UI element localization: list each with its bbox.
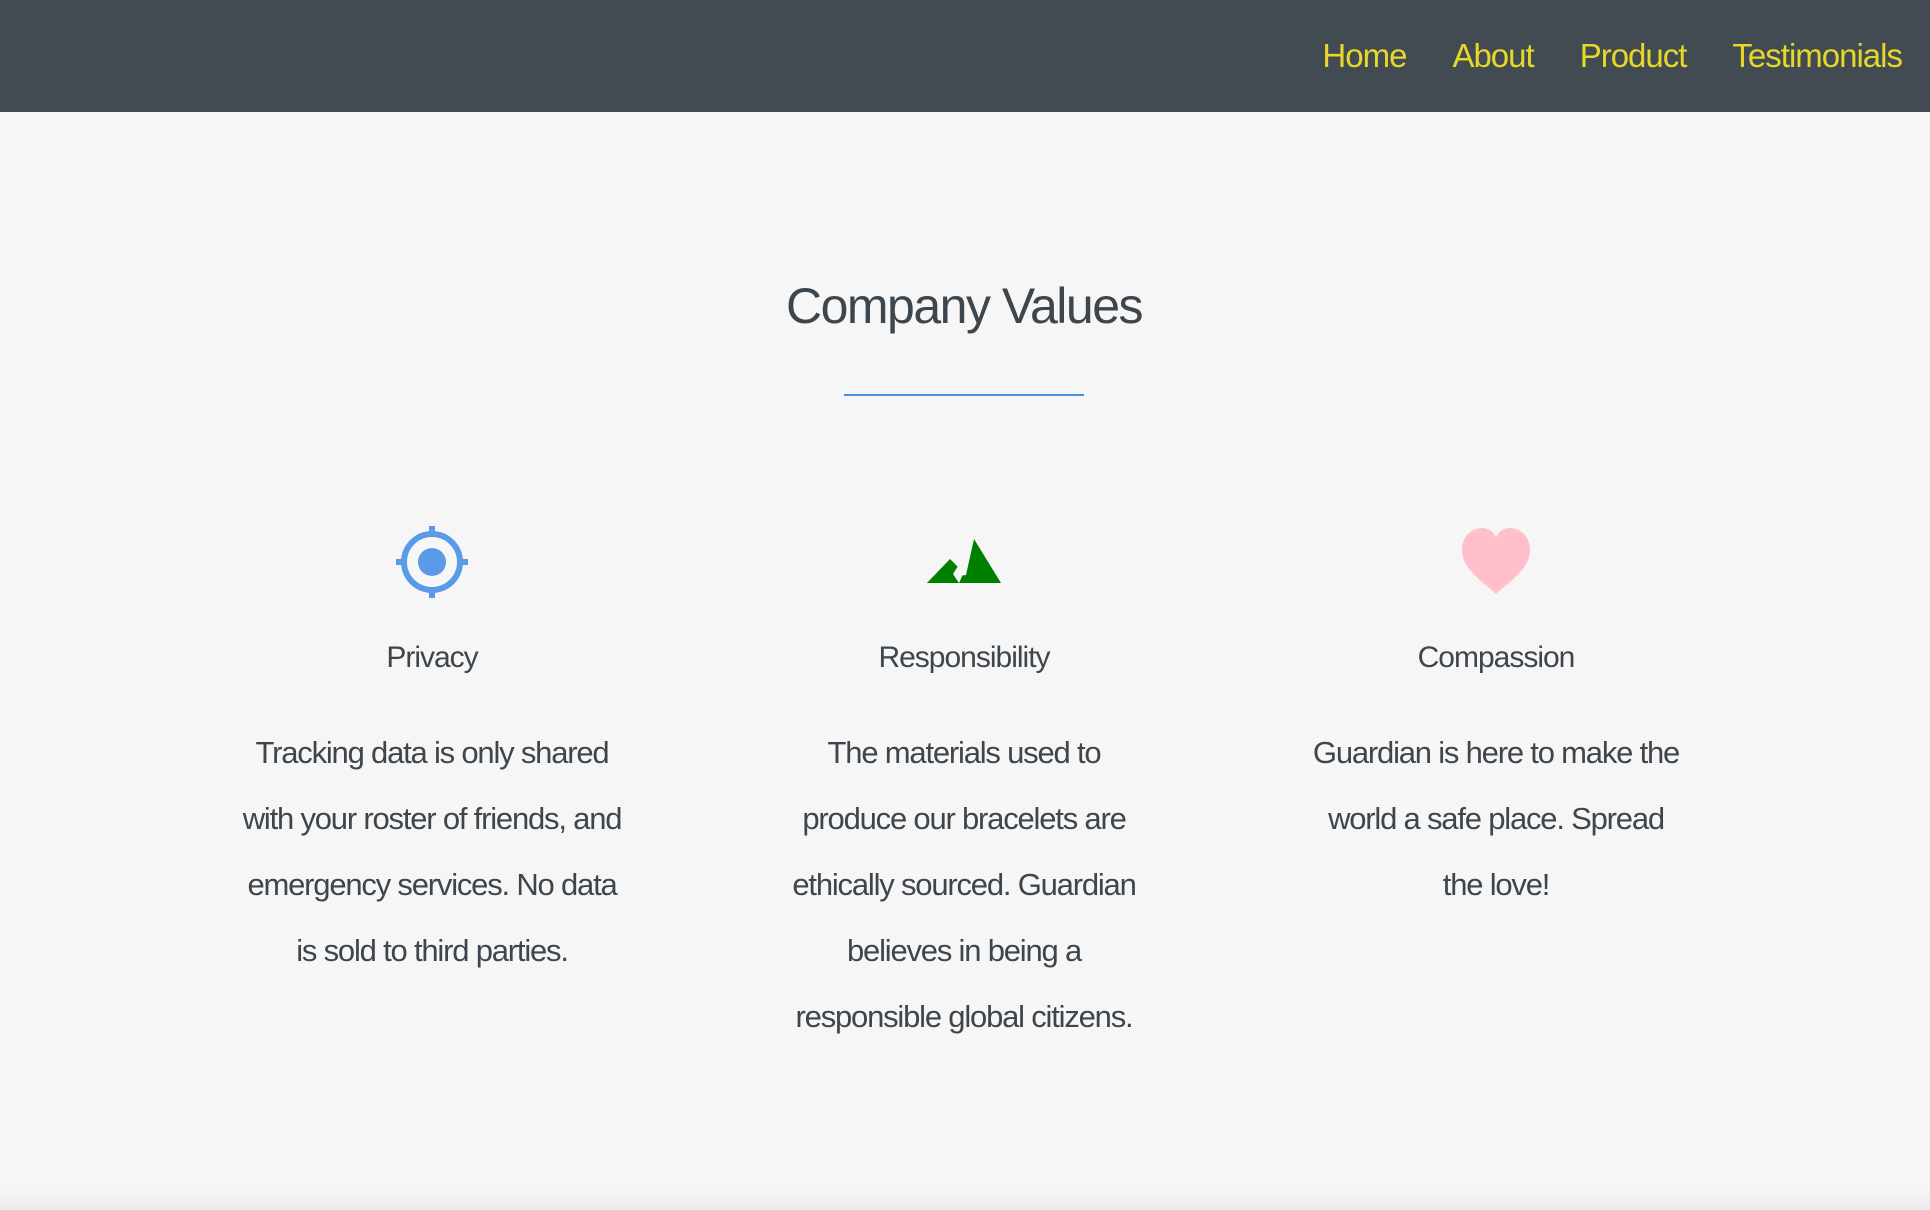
card-title-privacy: Privacy bbox=[386, 641, 478, 674]
section-bottom-edge bbox=[0, 1186, 1930, 1210]
card-text-responsibility: The materials used to produce our bracel… bbox=[792, 735, 1136, 1034]
card-title-responsibility: Responsibility bbox=[878, 641, 1050, 674]
section-title: Company Values bbox=[785, 278, 1144, 334]
nav-link-home[interactable]: Home bbox=[1322, 37, 1407, 75]
crosshair-icon bbox=[396, 526, 468, 598]
heart-icon bbox=[1462, 528, 1530, 594]
nav-link-testimonials[interactable]: Testimonials bbox=[1732, 37, 1903, 75]
value-card-responsibility: Responsibility The materials used to pro… bbox=[764, 522, 1164, 1050]
nav-link-product[interactable]: Product bbox=[1580, 37, 1688, 75]
value-card-privacy: Privacy Tracking data is only shared wit… bbox=[232, 522, 632, 984]
navbar: Home About Product Testimonials bbox=[0, 0, 1930, 112]
title-underline bbox=[844, 394, 1084, 396]
mountain-icon bbox=[927, 539, 1001, 583]
company-values-section: Company Values Privacy Tracking data is … bbox=[0, 112, 1930, 1210]
card-text-compassion: Guardian is here to make the world a saf… bbox=[1312, 735, 1680, 902]
nav-links: Home About Product Testimonials bbox=[1322, 0, 1903, 112]
value-card-compassion: Compassion Guardian is here to make the … bbox=[1296, 522, 1696, 918]
card-title-compassion: Compassion bbox=[1417, 641, 1576, 674]
card-text-privacy: Tracking data is only shared with your r… bbox=[242, 735, 623, 968]
nav-link-about[interactable]: About bbox=[1452, 37, 1534, 75]
